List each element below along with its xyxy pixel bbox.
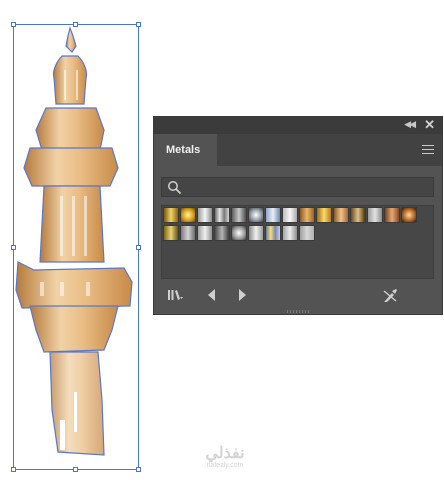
swatch-brass[interactable]: [350, 207, 366, 223]
resize-handle-top-left[interactable]: [11, 22, 16, 27]
swatch-steel-2[interactable]: [180, 225, 196, 241]
next-swatch-library-icon[interactable]: [234, 288, 250, 302]
resize-handle-bottom-right[interactable]: [136, 467, 141, 472]
swatch-silver-4[interactable]: [282, 225, 298, 241]
watermark: نفذلي nafezly.com: [195, 446, 255, 470]
resize-handle-bottom-left[interactable]: [11, 467, 16, 472]
minaret-artwork[interactable]: [0, 0, 160, 475]
swatch-silver-1[interactable]: [197, 207, 213, 223]
swatch-pewter[interactable]: [367, 207, 383, 223]
swatch-silver-radial[interactable]: [231, 225, 247, 241]
swatch-bronze-1[interactable]: [299, 207, 315, 223]
panel-title-bar[interactable]: ◀◀ ✕: [154, 117, 442, 134]
search-input[interactable]: [184, 179, 424, 195]
swatch-gunmetal[interactable]: [214, 225, 230, 241]
swatch-gold-radial[interactable]: [180, 207, 196, 223]
metals-swatch-panel: ◀◀ ✕ Metals: [153, 116, 443, 315]
selection-bounding-box[interactable]: [13, 24, 139, 470]
swatch-gold-1[interactable]: [163, 207, 179, 223]
swatch-eyedropper-icon[interactable]: [382, 288, 398, 302]
swatch-blue-steel[interactable]: [265, 207, 281, 223]
swatch-silver-3[interactable]: [248, 225, 264, 241]
resize-handle-bottom-center[interactable]: [73, 467, 78, 472]
swatch-steel-1[interactable]: [231, 207, 247, 223]
swatch-silver-5[interactable]: [299, 225, 315, 241]
swatch-grid: [161, 205, 434, 279]
collapse-panel-icon[interactable]: ◀◀: [404, 119, 416, 130]
swatch-chrome-radial[interactable]: [248, 207, 264, 223]
swatch-libraries-menu-icon[interactable]: [167, 288, 183, 302]
swatch-copper-1[interactable]: [333, 207, 349, 223]
resize-handle-middle-left[interactable]: [11, 245, 16, 250]
panel-resize-grip[interactable]: [287, 310, 309, 313]
swatch-iridescent[interactable]: [265, 225, 281, 241]
swatch-copper-2[interactable]: [384, 207, 400, 223]
search-icon: [168, 181, 182, 195]
resize-handle-middle-right[interactable]: [136, 245, 141, 250]
search-field[interactable]: [161, 177, 434, 197]
swatch-gold-3[interactable]: [163, 225, 179, 241]
resize-handle-top-center[interactable]: [73, 22, 78, 27]
resize-handle-top-right[interactable]: [136, 22, 141, 27]
tab-metals[interactable]: Metals: [154, 134, 217, 166]
panel-menu-icon[interactable]: [422, 145, 434, 155]
close-icon[interactable]: ✕: [424, 117, 435, 133]
swatch-platinum[interactable]: [282, 207, 298, 223]
watermark-arabic: نفذلي: [205, 445, 245, 462]
swatch-steel-3[interactable]: [197, 225, 213, 241]
panel-tab-row: Metals: [154, 134, 442, 166]
watermark-latin: nafezly.com: [206, 462, 244, 469]
swatch-silver-2[interactable]: [214, 207, 230, 223]
previous-swatch-library-icon[interactable]: [204, 288, 220, 302]
swatch-copper-radial[interactable]: [401, 207, 417, 223]
swatch-gold-2[interactable]: [316, 207, 332, 223]
